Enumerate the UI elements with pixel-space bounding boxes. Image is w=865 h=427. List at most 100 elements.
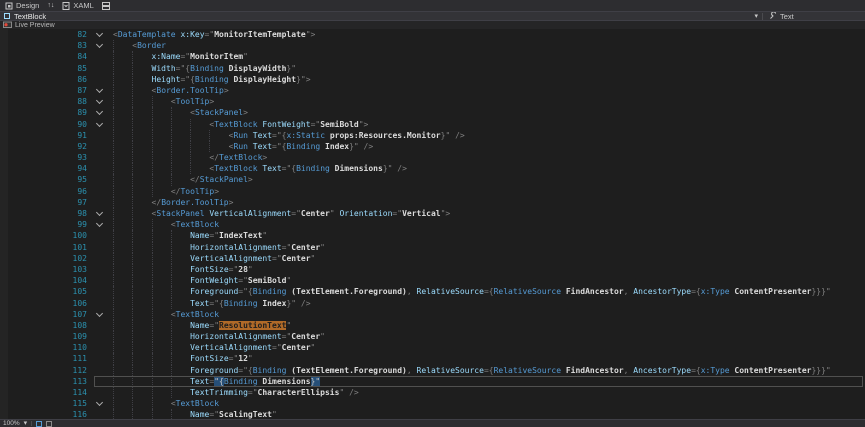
- code-token: Binding: [224, 377, 263, 386]
- breakpoint-margin[interactable]: [0, 74, 8, 85]
- split-orientation-button[interactable]: [102, 2, 110, 10]
- code-line[interactable]: 100Name="IndexText": [0, 230, 865, 241]
- code-line[interactable]: 101HorizontalAlignment="Center": [0, 242, 865, 253]
- code-line[interactable]: 90<TextBlock FontWeight="SemiBold">: [0, 119, 865, 130]
- xaml-view-label: XAML: [73, 1, 93, 10]
- breakpoint-margin[interactable]: [0, 40, 8, 51]
- indent-guide: [171, 298, 172, 309]
- code-line[interactable]: 112Foreground="{Binding (TextElement.For…: [0, 365, 865, 376]
- breakpoint-margin[interactable]: [0, 230, 8, 241]
- breakpoint-margin[interactable]: [0, 219, 8, 230]
- code-token: ="{: [209, 299, 223, 308]
- code-line[interactable]: 108Name="ResolutionText": [0, 320, 865, 331]
- code-line[interactable]: 106Text="{Binding Index}" />: [0, 298, 865, 309]
- code-line[interactable]: 103FontSize="28": [0, 264, 865, 275]
- breakpoint-margin[interactable]: [0, 365, 8, 376]
- code-line[interactable]: 99<TextBlock: [0, 219, 865, 230]
- code-text: <TextBlock Text="{Binding Dimensions}" /…: [108, 163, 407, 174]
- code-line[interactable]: 107<TextBlock: [0, 309, 865, 320]
- code-line[interactable]: 109HorizontalAlignment="Center": [0, 331, 865, 342]
- breakpoint-margin[interactable]: [0, 186, 8, 197]
- code-line[interactable]: 91<Run Text="{x:Static props:Resources.M…: [0, 130, 865, 141]
- fold-toggle[interactable]: [90, 111, 108, 114]
- fold-toggle[interactable]: [90, 33, 108, 36]
- code-line[interactable]: 97</Border.ToolTip>: [0, 197, 865, 208]
- code-line[interactable]: 95</StackPanel>: [0, 174, 865, 185]
- breakpoint-margin[interactable]: [0, 242, 8, 253]
- breakpoint-margin[interactable]: [0, 275, 8, 286]
- breakpoint-margin[interactable]: [0, 197, 8, 208]
- code-token: TextBlock: [219, 153, 262, 162]
- code-line[interactable]: 114TextTrimming="CharacterEllipsis" />: [0, 387, 865, 398]
- breakpoint-margin[interactable]: [0, 208, 8, 219]
- code-line[interactable]: 96</ToolTip>: [0, 186, 865, 197]
- breakpoint-margin[interactable]: [0, 309, 8, 320]
- document-health-icon[interactable]: [36, 421, 42, 427]
- code-token: }" />: [286, 299, 310, 308]
- zoom-chevron-icon[interactable]: ▾: [24, 420, 28, 427]
- code-line[interactable]: 87<Border.ToolTip>: [0, 85, 865, 96]
- breakpoint-margin[interactable]: [0, 85, 8, 96]
- fold-toggle[interactable]: [90, 212, 108, 215]
- breakpoint-margin[interactable]: [0, 119, 8, 130]
- breakpoint-margin[interactable]: [0, 253, 8, 264]
- breakpoint-margin[interactable]: [0, 29, 8, 40]
- fold-toggle[interactable]: [90, 100, 108, 103]
- code-line[interactable]: 98<StackPanel VerticalAlignment="Center"…: [0, 208, 865, 219]
- code-line[interactable]: 86Height="{Binding DisplayHeight}">: [0, 74, 865, 85]
- code-line[interactable]: 84x:Name="MonitorItem": [0, 51, 865, 62]
- code-token: Binding: [253, 366, 292, 375]
- breakpoint-margin[interactable]: [0, 96, 8, 107]
- code-line[interactable]: 115<TextBlock: [0, 398, 865, 409]
- code-line[interactable]: 104FontWeight="SemiBold": [0, 275, 865, 286]
- code-line[interactable]: 89<StackPanel>: [0, 107, 865, 118]
- code-line[interactable]: 93</TextBlock>: [0, 152, 865, 163]
- sync-icon[interactable]: [46, 421, 52, 427]
- fold-toggle[interactable]: [90, 89, 108, 92]
- zoom-level[interactable]: 100%: [3, 420, 20, 427]
- fold-toggle[interactable]: [90, 223, 108, 226]
- code-line[interactable]: 82<DataTemplate x:Key="MonitorItemTempla…: [0, 29, 865, 40]
- code-line[interactable]: 111FontSize="12": [0, 353, 865, 364]
- breakpoint-margin[interactable]: [0, 63, 8, 74]
- breakpoint-margin[interactable]: [0, 320, 8, 331]
- element-breadcrumb-dropdown[interactable]: TextBlock ▾: [0, 12, 762, 21]
- breakpoint-margin[interactable]: [0, 298, 8, 309]
- fold-toggle[interactable]: [90, 313, 108, 316]
- live-preview-toggle[interactable]: Live Preview: [3, 21, 55, 29]
- indent-guide: [113, 85, 114, 96]
- code-line[interactable]: 113Text="{Binding Dimensions}": [0, 376, 865, 387]
- xaml-view-button[interactable]: XAML: [62, 1, 93, 10]
- breakpoint-margin[interactable]: [0, 387, 8, 398]
- breakpoint-margin[interactable]: [0, 141, 8, 152]
- code-line[interactable]: 110VerticalAlignment="Center": [0, 342, 865, 353]
- breakpoint-margin[interactable]: [0, 51, 8, 62]
- code-line[interactable]: 88<ToolTip>: [0, 96, 865, 107]
- code-line[interactable]: 94<TextBlock Text="{Binding Dimensions}"…: [0, 163, 865, 174]
- property-dropdown[interactable]: Text: [763, 12, 865, 21]
- breakpoint-margin[interactable]: [0, 107, 8, 118]
- code-line[interactable]: 85Width="{Binding DisplayWidth}": [0, 63, 865, 74]
- breakpoint-margin[interactable]: [0, 286, 8, 297]
- breakpoint-margin[interactable]: [0, 130, 8, 141]
- breakpoint-margin[interactable]: [0, 398, 8, 409]
- code-token: Width: [152, 64, 176, 73]
- fold-toggle[interactable]: [90, 123, 108, 126]
- code-line[interactable]: 83<Border: [0, 40, 865, 51]
- swap-panes-icon[interactable]: ↑↓: [47, 2, 54, 9]
- breakpoint-margin[interactable]: [0, 163, 8, 174]
- fold-toggle[interactable]: [90, 44, 108, 47]
- breakpoint-margin[interactable]: [0, 264, 8, 275]
- fold-toggle[interactable]: [90, 402, 108, 405]
- code-line[interactable]: 92<Run Text="{Binding Index}" />: [0, 141, 865, 152]
- code-area[interactable]: 82<DataTemplate x:Key="MonitorItemTempla…: [0, 29, 865, 427]
- breakpoint-margin[interactable]: [0, 353, 8, 364]
- code-line[interactable]: 105Foreground="{Binding (TextElement.For…: [0, 286, 865, 297]
- breakpoint-margin[interactable]: [0, 376, 8, 387]
- breakpoint-margin[interactable]: [0, 152, 8, 163]
- breakpoint-margin[interactable]: [0, 331, 8, 342]
- breakpoint-margin[interactable]: [0, 174, 8, 185]
- design-view-button[interactable]: Design: [5, 1, 39, 10]
- breakpoint-margin[interactable]: [0, 342, 8, 353]
- code-line[interactable]: 102VerticalAlignment="Center": [0, 253, 865, 264]
